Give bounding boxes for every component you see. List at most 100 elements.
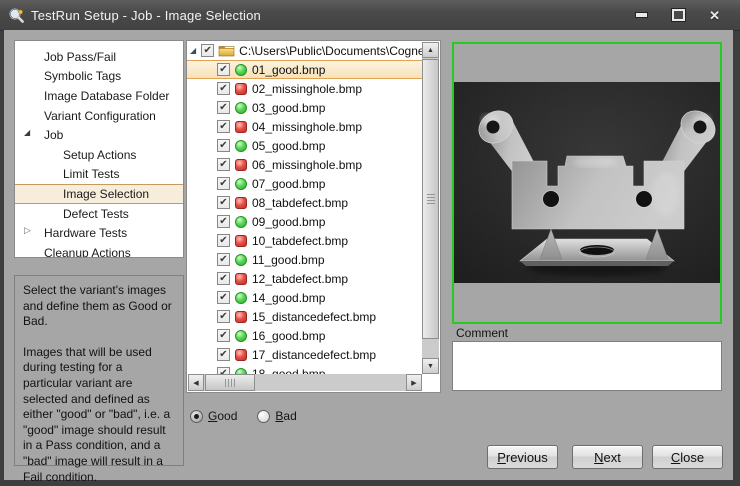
- bad-status-icon: [235, 197, 247, 209]
- close-window-button[interactable]: ✕: [709, 9, 720, 22]
- comment-input[interactable]: [452, 341, 722, 391]
- good-status-icon: [235, 330, 247, 342]
- sidebar-item-label: Defect Tests: [15, 207, 129, 221]
- description-paragraph: Images that will be used during testing …: [23, 345, 175, 485]
- checkbox-icon[interactable]: ✔: [217, 348, 230, 361]
- sidebar-item-image-selection[interactable]: Image Selection: [15, 184, 183, 204]
- vertical-scroll-thumb[interactable]: [422, 59, 439, 339]
- file-row[interactable]: ✔ 16_good.bmp: [187, 326, 423, 345]
- sidebar-item-label: Image Database Folder: [15, 89, 169, 103]
- radio-button-icon[interactable]: [257, 410, 270, 423]
- checkbox-icon[interactable]: ✔: [201, 44, 214, 57]
- radio-good[interactable]: Good: [190, 409, 237, 423]
- sidebar-item-job-pass-fail[interactable]: Job Pass/Fail: [15, 47, 183, 67]
- file-name: 05_good.bmp: [252, 139, 325, 153]
- scroll-up-button[interactable]: ▲: [422, 42, 439, 58]
- file-name: 07_good.bmp: [252, 177, 325, 191]
- checkbox-icon[interactable]: ✔: [217, 158, 230, 171]
- file-row[interactable]: ✔ 02_missinghole.bmp: [187, 79, 423, 98]
- checkbox-icon[interactable]: ✔: [217, 177, 230, 190]
- bad-status-icon: [235, 235, 247, 247]
- file-name: 02_missinghole.bmp: [252, 82, 362, 96]
- previous-button[interactable]: Previous: [487, 445, 558, 469]
- file-name: 08_tabdefect.bmp: [252, 196, 348, 210]
- expanded-triangle-icon[interactable]: ◢: [190, 46, 196, 55]
- scroll-right-button[interactable]: ▶: [406, 374, 422, 391]
- radio-button-icon[interactable]: [190, 410, 203, 423]
- sidebar-item-defect-tests[interactable]: Defect Tests: [15, 204, 183, 224]
- checkbox-icon[interactable]: ✔: [217, 329, 230, 342]
- file-name: 04_missinghole.bmp: [252, 120, 362, 134]
- root-folder-path: C:\Users\Public\Documents\Cogne...: [239, 44, 423, 58]
- scroll-left-button[interactable]: ◀: [188, 374, 204, 391]
- file-name: 16_good.bmp: [252, 329, 325, 343]
- file-row[interactable]: ✔ 09_good.bmp: [187, 212, 423, 231]
- checkbox-icon[interactable]: ✔: [217, 253, 230, 266]
- vertical-scrollbar[interactable]: ▲ ▼: [422, 42, 439, 374]
- sidebar-item-label: Job Pass/Fail: [15, 50, 116, 64]
- sidebar-item-limit-tests[interactable]: Limit Tests: [15, 165, 183, 185]
- comment-label: Comment: [456, 326, 508, 340]
- bad-status-icon: [235, 83, 247, 95]
- file-name: 10_tabdefect.bmp: [252, 234, 348, 248]
- file-row[interactable]: ✔ 08_tabdefect.bmp: [187, 193, 423, 212]
- checkbox-icon[interactable]: ✔: [217, 196, 230, 209]
- file-row[interactable]: ✔06_missinghole.bmp: [187, 155, 423, 174]
- file-row[interactable]: ✔ 17_distancedefect.bmp: [187, 345, 423, 364]
- file-row[interactable]: ✔ 07_good.bmp: [187, 174, 423, 193]
- checkbox-icon[interactable]: ✔: [217, 120, 230, 133]
- thumb-grip: [225, 379, 235, 387]
- file-row[interactable]: ✔11_good.bmp: [187, 250, 423, 269]
- sidebar-item-label: Job: [15, 128, 63, 142]
- sidebar-item-image-database-folder[interactable]: Image Database Folder: [15, 86, 183, 106]
- file-row[interactable]: ✔14_good.bmp: [187, 288, 423, 307]
- bad-status-icon: [235, 159, 247, 171]
- file-row[interactable]: ✔03_good.bmp: [187, 98, 423, 117]
- sidebar-item-hardware-tests[interactable]: ▷Hardware Tests: [15, 223, 183, 243]
- sidebar-item-label: Setup Actions: [15, 148, 136, 162]
- file-row[interactable]: ✔ 05_good.bmp: [187, 136, 423, 155]
- file-row[interactable]: ✔01_good.bmp: [187, 60, 423, 79]
- sidebar-item-job[interactable]: ◢Job: [15, 125, 183, 145]
- radio-label: Good: [208, 409, 237, 423]
- folder-icon: [218, 44, 235, 57]
- maximize-button[interactable]: [672, 9, 685, 21]
- checkbox-icon[interactable]: ✔: [217, 234, 230, 247]
- file-row[interactable]: ✔ 10_tabdefect.bmp: [187, 231, 423, 250]
- radio-bad[interactable]: Bad: [257, 409, 296, 423]
- file-name: 15_distancedefect.bmp: [252, 310, 376, 324]
- folder-root-row[interactable]: ◢ ✔ C:\Users\Public\Documents\Cogne...: [187, 41, 423, 60]
- checkbox-icon[interactable]: ✔: [217, 291, 230, 304]
- file-row[interactable]: ✔12_tabdefect.bmp: [187, 269, 423, 288]
- file-row[interactable]: ✔ 15_distancedefect.bmp: [187, 307, 423, 326]
- sidebar-item-cleanup-actions[interactable]: Cleanup Actions: [15, 243, 183, 258]
- good-status-icon: [235, 178, 247, 190]
- sidebar-item-label: Limit Tests: [15, 167, 119, 181]
- next-button[interactable]: Next: [572, 445, 643, 469]
- minimize-button[interactable]: [635, 12, 648, 18]
- checkbox-icon[interactable]: ✔: [217, 63, 230, 76]
- expanded-triangle-icon[interactable]: ◢: [24, 128, 30, 137]
- file-name: 09_good.bmp: [252, 215, 325, 229]
- good-status-icon: [235, 254, 247, 266]
- file-tree-rows: ◢ ✔ C:\Users\Public\Documents\Cogne... ✔…: [187, 41, 423, 375]
- thumb-grip: [427, 194, 435, 204]
- checkbox-icon[interactable]: ✔: [217, 101, 230, 114]
- sidebar-tree: Job Pass/Fail Symbolic Tags Image Database…: [14, 40, 184, 258]
- horizontal-scrollbar[interactable]: ◀ ▶: [188, 374, 422, 391]
- close-button[interactable]: Close: [652, 445, 723, 469]
- file-name: 17_distancedefect.bmp: [252, 348, 376, 362]
- file-row[interactable]: ✔ 04_missinghole.bmp: [187, 117, 423, 136]
- checkbox-icon[interactable]: ✔: [217, 82, 230, 95]
- checkbox-icon[interactable]: ✔: [217, 310, 230, 323]
- scroll-down-button[interactable]: ▼: [422, 358, 439, 374]
- sidebar-item-setup-actions[interactable]: Setup Actions: [15, 145, 183, 165]
- checkbox-icon[interactable]: ✔: [217, 139, 230, 152]
- sidebar-item-symbolic-tags[interactable]: Symbolic Tags: [15, 67, 183, 87]
- horizontal-scroll-thumb[interactable]: [205, 374, 255, 391]
- checkbox-icon[interactable]: ✔: [217, 215, 230, 228]
- good-status-icon: [235, 292, 247, 304]
- sidebar-item-variant-configuration[interactable]: Variant Configuration: [15, 106, 183, 126]
- collapsed-triangle-icon[interactable]: ▷: [24, 225, 31, 236]
- checkbox-icon[interactable]: ✔: [217, 272, 230, 285]
